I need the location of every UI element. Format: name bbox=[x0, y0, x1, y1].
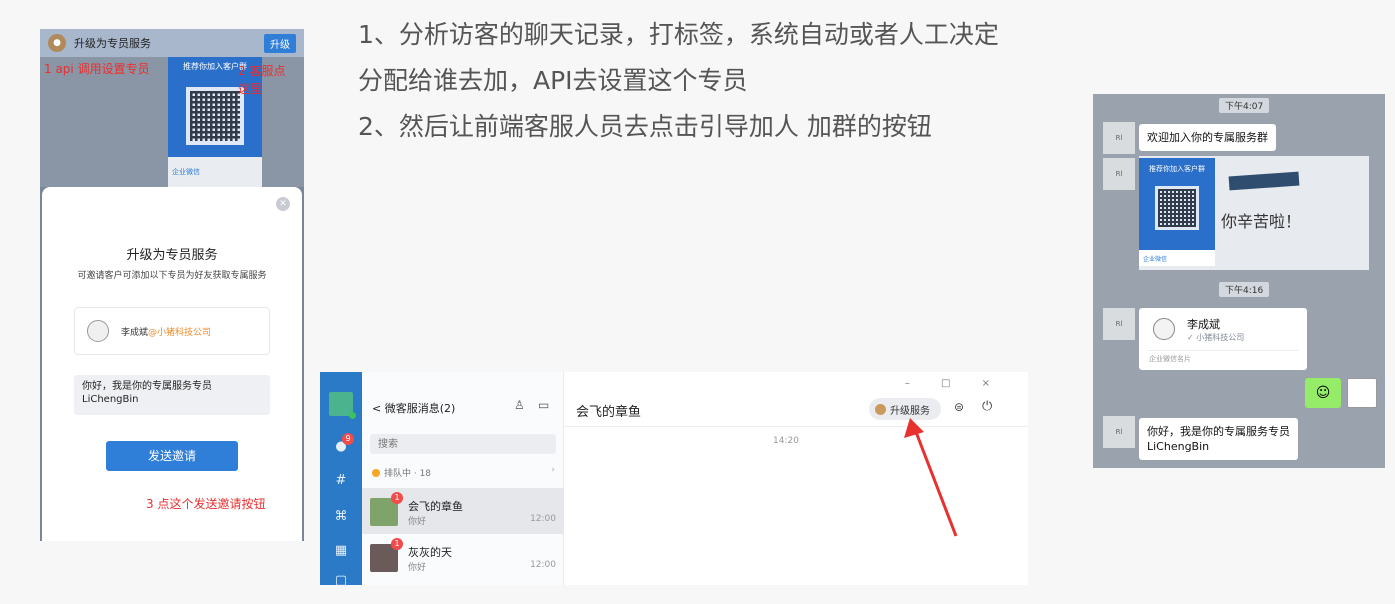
upgrade-service-button[interactable]: 升级服务 bbox=[869, 398, 941, 420]
topbar-title: 升级为专员服务 bbox=[74, 37, 151, 50]
mobile-topbar: ● 升级为专员服务 升级 bbox=[40, 29, 304, 57]
org-chart-icon[interactable]: ⌘ bbox=[332, 508, 350, 526]
member-avatar: Rl bbox=[1103, 122, 1135, 154]
member-avatar: Rl bbox=[1103, 416, 1135, 448]
qr-code-icon bbox=[186, 87, 244, 145]
conversation-time: 12:00 bbox=[530, 560, 556, 570]
apps-icon[interactable]: ▢ bbox=[332, 572, 350, 585]
group-qr-card[interactable]: 推荐你加入客户群 企业微信 bbox=[1139, 158, 1215, 266]
annotation-agent-click-here: 2 客服点这里 bbox=[238, 64, 286, 96]
back-to-messages[interactable]: < 微客服消息(2) bbox=[372, 400, 455, 416]
conversation-time: 12:00 bbox=[530, 514, 556, 524]
verified-icon: ✓ bbox=[1187, 333, 1197, 342]
annotation-click-send: 3 点这个发送邀请按钮 bbox=[146, 497, 266, 511]
smiley-emoji-icon: ☺ bbox=[1305, 378, 1341, 408]
chat-options-icon[interactable]: ⊜ bbox=[954, 400, 964, 414]
mobile-group-chat: 下午4:07 Rl 欢迎加入你的专属服务群 Rl 你辛苦啦！ 推荐你加入客户群 … bbox=[1093, 94, 1385, 468]
handwriting-text: 你辛苦啦！ bbox=[1221, 212, 1302, 231]
add-contact-icon[interactable]: ♙ bbox=[514, 398, 525, 412]
instruction-line-3: 2、然后让前端客服人员去点击引导加人 加群的按钮 bbox=[358, 112, 932, 141]
send-invite-button[interactable]: 发送邀请 bbox=[106, 441, 238, 471]
agent-reply-message: 你好，我是你的专属服务专员 LiChengBin bbox=[1139, 418, 1298, 460]
agent-org: @小猪科技公司 bbox=[148, 327, 212, 338]
close-icon[interactable]: ✕ bbox=[276, 197, 290, 211]
upgrade-icon bbox=[875, 403, 886, 415]
invite-message-line2: LiChengBin bbox=[82, 394, 139, 405]
window-controls[interactable]: – □ × bbox=[905, 378, 1004, 389]
contact-card-name: 李成斌 bbox=[1187, 318, 1220, 331]
contact-card-org-name: 小猪科技公司 bbox=[1196, 333, 1245, 342]
unread-badge: 1 bbox=[391, 538, 403, 550]
instruction-line-2: 分配给谁去加，API去设置这个专员 bbox=[358, 66, 748, 95]
conversation-name: 会飞的章鱼 bbox=[408, 500, 463, 513]
instruction-line-1: 1、分析访客的聊天记录，打标签，系统自动或者人工决定 bbox=[358, 20, 999, 49]
conversation-item[interactable]: 1 灰灰的天 你好 12:00 bbox=[362, 534, 564, 580]
queue-label: 排队中 · 18 bbox=[384, 469, 432, 479]
user-avatar[interactable] bbox=[329, 392, 356, 419]
search-input[interactable] bbox=[370, 434, 556, 454]
time-badge: 下午4:16 bbox=[1219, 282, 1270, 297]
conversation-name: 灰灰的天 bbox=[408, 546, 452, 559]
calendar-icon[interactable]: ▦ bbox=[332, 542, 350, 560]
chat-unread-badge: 9 bbox=[342, 433, 354, 445]
time-badge: 下午4:07 bbox=[1219, 98, 1270, 113]
qr-card-footer: 企业微信 bbox=[168, 157, 262, 187]
agent-name: 李成斌 bbox=[121, 327, 149, 338]
hashtag-icon[interactable]: # bbox=[332, 472, 350, 490]
queue-status[interactable]: 排队中 · 18 bbox=[372, 466, 431, 479]
member-avatar: Rl bbox=[1103, 308, 1135, 340]
conversation-item[interactable]: 1 会飞的章鱼 你好 12:00 bbox=[362, 488, 564, 534]
user-avatar-icon: ● bbox=[48, 34, 66, 52]
queue-dot-icon bbox=[372, 469, 380, 477]
power-icon[interactable]: ⏻ bbox=[982, 399, 992, 414]
self-avatar bbox=[1347, 378, 1377, 408]
unread-badge: 1 bbox=[391, 492, 403, 504]
instruction-text: 1、分析访客的聊天记录，打标签，系统自动或者人工决定 分配给谁去加，API去设置… bbox=[358, 12, 1158, 150]
chat-title: 会飞的章鱼 bbox=[576, 405, 642, 420]
contact-card-footer: 企业微信名片 bbox=[1149, 355, 1191, 363]
nav-rail: ● 9 # ⌘ ▦ ▢ bbox=[320, 372, 362, 585]
conversation-preview: 你好 bbox=[408, 563, 427, 573]
agent-reply-line1: 你好，我是你的专属服务专员 bbox=[1147, 425, 1290, 438]
conversation-preview: 你好 bbox=[408, 517, 427, 527]
qr-card-title: 推荐你加入客户群 bbox=[1149, 165, 1205, 173]
invite-message-line1: 你好，我是你的专属服务专员 bbox=[82, 381, 212, 392]
welcome-message: 欢迎加入你的专属服务群 bbox=[1139, 124, 1276, 151]
card-divider bbox=[1147, 350, 1299, 351]
invite-message[interactable]: 你好，我是你的专属服务专员 LiChengBin bbox=[74, 375, 270, 415]
mobile-upgrade-panel: ● 升级为专员服务 升级 推荐你加入客户群 企业微信 1 api 调用设置专员 … bbox=[40, 29, 304, 541]
chevron-right-icon[interactable]: › bbox=[551, 465, 555, 475]
conversation-list: < 微客服消息(2) ♙ ▭ 排队中 · 18 › 1 会飞的章鱼 你好 12:… bbox=[362, 372, 564, 585]
upgrade-bottom-sheet: ✕ 升级为专员服务 可邀请客户可添加以下专员为好友获取专属服务 李成斌 @小猪科… bbox=[42, 187, 302, 541]
agent-avatar bbox=[87, 320, 109, 342]
contact-card-message[interactable]: 李成斌 ✓ 小猪科技公司 企业微信名片 bbox=[1139, 308, 1307, 370]
member-avatar: Rl bbox=[1103, 158, 1135, 190]
contact-card-org: ✓ 小猪科技公司 bbox=[1187, 332, 1244, 343]
agent-contact-card[interactable]: 李成斌 @小猪科技公司 bbox=[74, 307, 270, 355]
window-icon[interactable]: ▭ bbox=[538, 398, 549, 412]
qr-code-icon bbox=[1155, 186, 1199, 230]
topbar-upgrade-button[interactable]: 升级 bbox=[264, 33, 296, 53]
sheet-subtitle: 可邀请客户可添加以下专员为好友获取专属服务 bbox=[77, 271, 267, 281]
qr-card-footer: 企业微信 bbox=[1139, 250, 1215, 266]
upgrade-service-label: 升级服务 bbox=[890, 405, 930, 417]
contact-avatar bbox=[1153, 318, 1175, 340]
annotation-api-set-agent: 1 api 调用设置专员 bbox=[44, 62, 150, 76]
annotation-arrow-icon bbox=[904, 418, 958, 537]
tape-decoration bbox=[1228, 171, 1300, 191]
agent-reply-line2: LiChengBin bbox=[1147, 440, 1210, 453]
sheet-title: 升级为专员服务 bbox=[126, 248, 218, 263]
